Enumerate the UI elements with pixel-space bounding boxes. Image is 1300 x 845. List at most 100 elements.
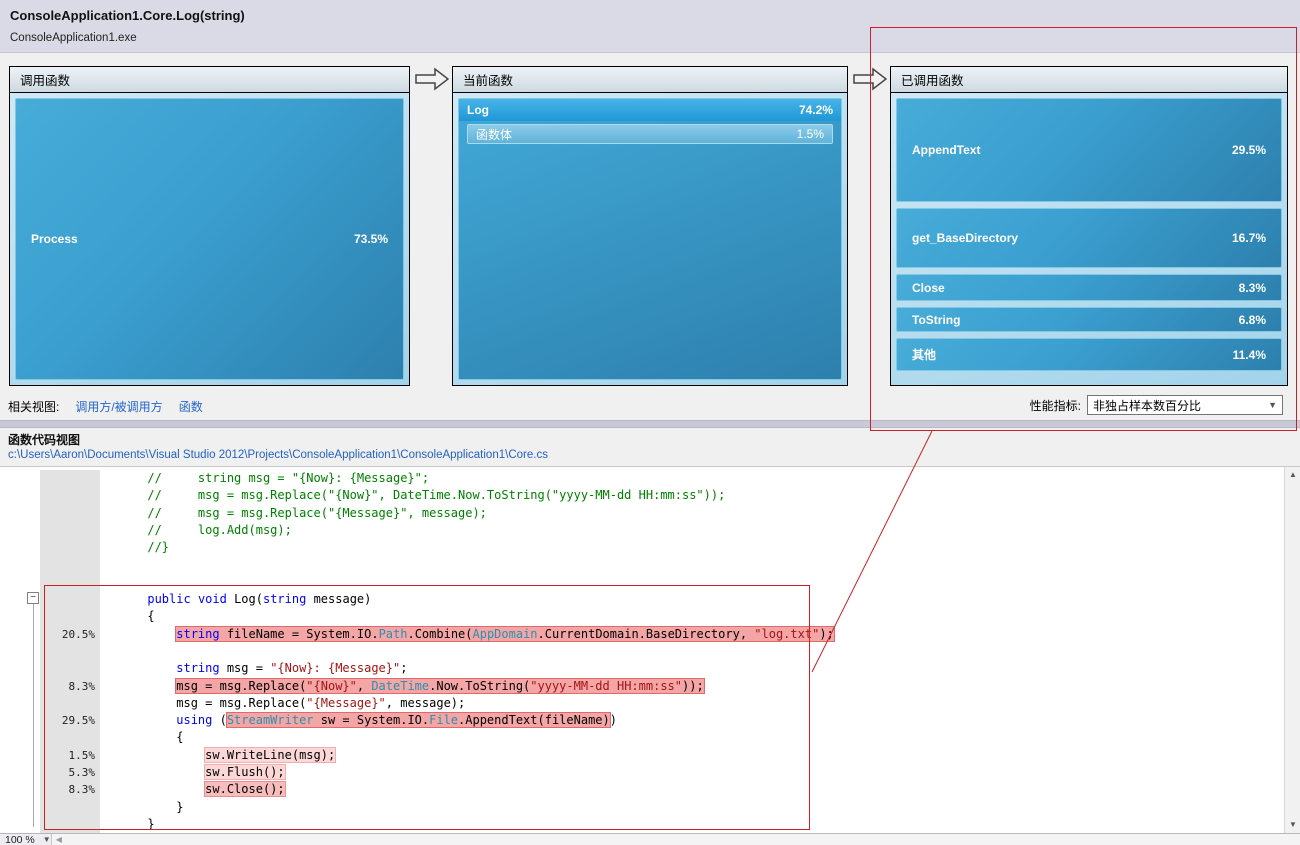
- code-line: // log.Add(msg);: [0, 522, 1284, 539]
- code-line: 5.3% sw.Flush();: [0, 764, 1284, 781]
- line-sample-percent: [40, 505, 100, 522]
- callee-item[interactable]: AppendText 29.5%: [896, 98, 1282, 202]
- callee-percent: 6.8%: [1239, 313, 1266, 327]
- vertical-scrollbar[interactable]: ▲ ▼: [1284, 467, 1300, 833]
- code-line: 8.3% sw.Close();: [0, 781, 1284, 798]
- caller-name: Process: [31, 232, 78, 246]
- line-sample-percent: [40, 591, 100, 608]
- callee-item[interactable]: ToString 6.8%: [896, 307, 1282, 332]
- called-functions-panel: 已调用函数 AppendText 29.5% get_BaseDirectory 16…: [890, 66, 1288, 386]
- caller-percent: 73.5%: [354, 232, 388, 246]
- line-sample-percent: 29.5%: [40, 712, 100, 729]
- line-sample-percent: [40, 608, 100, 625]
- line-sample-percent: 5.3%: [40, 764, 100, 781]
- current-function-percent: 74.2%: [799, 103, 833, 117]
- related-views-label: 相关视图:: [8, 398, 59, 415]
- code-line: }: [0, 816, 1284, 833]
- code-line: // msg = msg.Replace("{Message}", messag…: [0, 505, 1284, 522]
- callee-name: get_BaseDirectory: [912, 231, 1018, 245]
- code-line: //}: [0, 539, 1284, 556]
- line-sample-percent: [40, 660, 100, 677]
- functions-link[interactable]: 函数: [179, 398, 203, 415]
- line-sample-percent: 20.5%: [40, 626, 100, 643]
- line-sample-percent: [40, 643, 100, 660]
- code-line: 20.5% string fileName = System.IO.Path.C…: [0, 626, 1284, 643]
- source-file-path-link[interactable]: c:\Users\Aaron\Documents\Visual Studio 2…: [8, 449, 548, 461]
- callee-name: Close: [912, 281, 945, 295]
- current-function-body: Log 74.2% 函数体 1.5%: [453, 93, 847, 385]
- line-sample-percent: [40, 799, 100, 816]
- metric-label: 性能指标:: [1030, 397, 1081, 414]
- metric-dropdown[interactable]: 非独占样本数百分比 ▼: [1087, 395, 1283, 415]
- line-sample-percent: [40, 470, 100, 487]
- scroll-down-icon[interactable]: ▼: [1285, 817, 1300, 833]
- header-band: ConsoleApplication1.Core.Log(string) Con…: [0, 0, 1300, 53]
- code-line: public void Log(string message): [0, 591, 1284, 608]
- chevron-down-icon: ▼: [43, 835, 51, 844]
- hot-line-highlight: string fileName = System.IO.Path.Combine…: [176, 627, 834, 641]
- current-function-titlebar[interactable]: Log 74.2%: [459, 99, 841, 121]
- line-sample-percent: [40, 522, 100, 539]
- code-editor[interactable]: // string msg = "{Now}: {Message}"; // m…: [0, 467, 1284, 833]
- line-sample-percent: [40, 816, 100, 833]
- hot-line-highlight: sw.Close();: [205, 782, 284, 796]
- code-line: // msg = msg.Replace("{Now}", DateTime.N…: [0, 487, 1284, 504]
- code-line: 29.5% using (StreamWriter sw = System.IO…: [0, 712, 1284, 729]
- line-sample-percent: [40, 574, 100, 591]
- callee-name: AppendText: [912, 143, 980, 157]
- horizontal-scrollbar[interactable]: ◀: [51, 834, 1300, 845]
- line-sample-percent: 8.3%: [40, 678, 100, 695]
- outline-guide-line: [33, 597, 34, 827]
- code-line: [0, 643, 1284, 660]
- chevron-down-icon: ▼: [1268, 400, 1277, 410]
- code-line: string msg = "{Now}: {Message}";: [0, 660, 1284, 677]
- callee-item[interactable]: Close8.3%: [896, 274, 1282, 301]
- code-line: }: [0, 799, 1284, 816]
- callee-name: ToString: [912, 313, 960, 327]
- callee-percent: 16.7%: [1232, 231, 1266, 245]
- callee-item[interactable]: get_BaseDirectory 16.7%: [896, 208, 1282, 268]
- section-splitter[interactable]: [0, 420, 1300, 428]
- line-sample-percent: [40, 487, 100, 504]
- callee-percent: 11.4%: [1233, 348, 1266, 362]
- function-body-bar[interactable]: 函数体 1.5%: [467, 124, 833, 144]
- performance-metric-row: 性能指标: 非独占样本数百分比 ▼: [1030, 395, 1283, 415]
- code-line: // string msg = "{Now}: {Message}";: [0, 470, 1284, 487]
- line-sample-percent: [40, 556, 100, 573]
- collapse-region-icon[interactable]: −: [27, 592, 39, 604]
- callee-item[interactable]: 其他 11.4%: [896, 338, 1282, 371]
- callers-callees-link[interactable]: 调用方/被调用方: [75, 398, 162, 415]
- callee-percent: 29.5%: [1232, 143, 1266, 157]
- line-sample-percent: [40, 729, 100, 746]
- hot-line-highlight: msg = msg.Replace("{Now}", DateTime.Now.…: [176, 679, 703, 693]
- calling-functions-body: Process 73.5%: [10, 93, 409, 385]
- zoom-level: 100 %: [5, 834, 35, 845]
- line-sample-percent: [40, 539, 100, 556]
- editor-status-bar: 100 % ▼ ◀: [0, 833, 1300, 845]
- code-view-title: 函数代码视图: [8, 431, 80, 448]
- code-line: [0, 574, 1284, 591]
- callee-name: 其他: [912, 346, 936, 363]
- zoom-control[interactable]: 100 % ▼: [0, 834, 51, 845]
- code-lines: // string msg = "{Now}: {Message}"; // m…: [0, 470, 1284, 833]
- called-functions-header: 已调用函数: [891, 67, 1287, 93]
- current-function-name: Log: [467, 103, 489, 117]
- function-body-percent: 1.5%: [797, 127, 824, 141]
- scroll-up-icon[interactable]: ▲: [1285, 467, 1300, 483]
- caller-item-process[interactable]: Process 73.5%: [15, 98, 404, 380]
- hot-line-highlight: sw.WriteLine(msg);: [205, 748, 335, 762]
- line-sample-percent: [40, 695, 100, 712]
- callee-list: AppendText 29.5% get_BaseDirectory 16.7% Clo…: [896, 98, 1282, 380]
- flow-arrow-icon: [853, 67, 887, 91]
- calling-functions-header: 调用函数: [10, 67, 409, 93]
- code-line: {: [0, 608, 1284, 625]
- calling-functions-panel: 调用函数 Process 73.5%: [9, 66, 410, 386]
- scroll-left-icon[interactable]: ◀: [52, 835, 62, 844]
- code-line: 8.3% msg = msg.Replace("{Now}", DateTime…: [0, 678, 1284, 695]
- function-body-name: 函数体: [476, 126, 512, 143]
- code-line: msg = msg.Replace("{Message}", message);: [0, 695, 1284, 712]
- called-functions-body: AppendText 29.5% get_BaseDirectory 16.7% Clo…: [891, 93, 1287, 385]
- hot-line-highlight: StreamWriter sw = System.IO.File.AppendT…: [227, 713, 610, 727]
- current-function-box[interactable]: Log 74.2% 函数体 1.5%: [458, 98, 842, 380]
- metric-selected-value: 非独占样本数百分比: [1093, 397, 1201, 414]
